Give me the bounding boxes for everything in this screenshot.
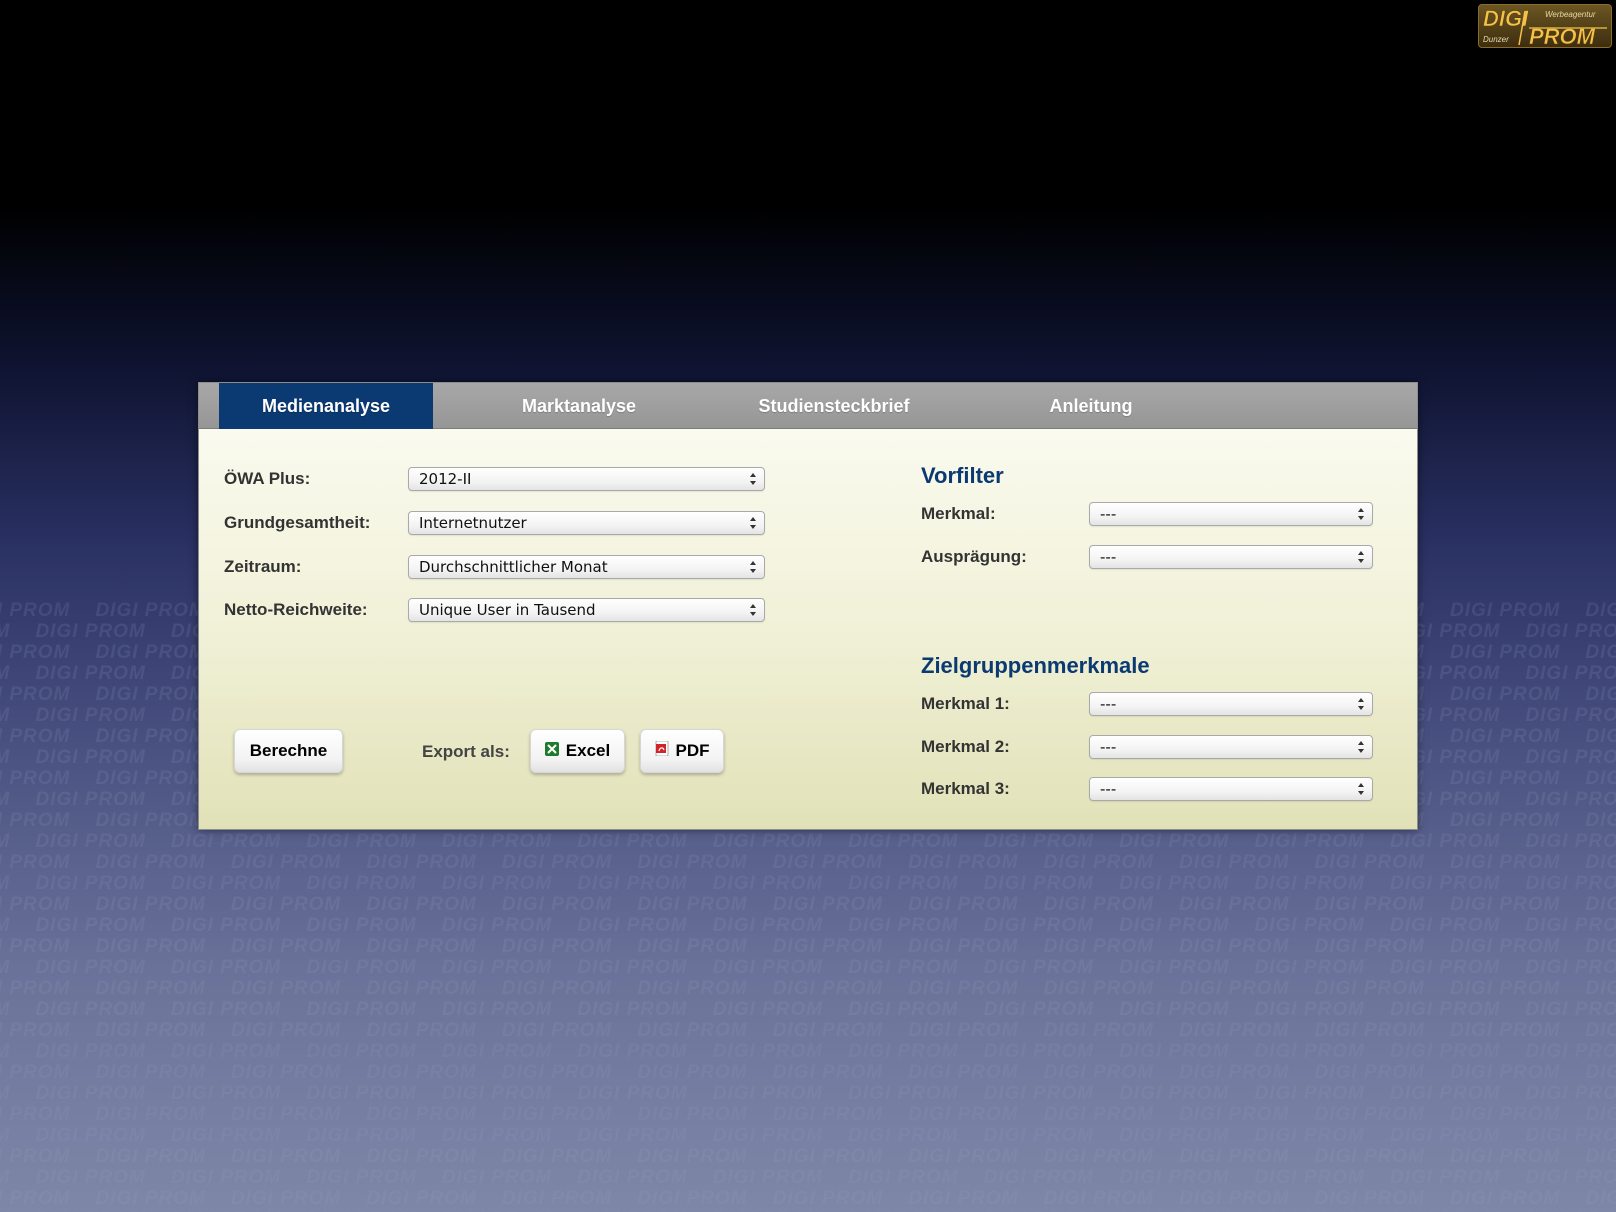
logo-side-text: Dunzer: [1483, 35, 1509, 44]
merkmal-2-value: ---: [1100, 738, 1117, 756]
watermark-row: DIGI PROM DIGI PROM DIGI PROM DIGI PROM …: [0, 1041, 1616, 1062]
select-arrows-icon: [1358, 698, 1364, 710]
select-arrows-icon: [1358, 783, 1364, 795]
logo-tagline: Werbeagentur: [1545, 10, 1596, 19]
analysis-panel: Medienanalyse Marktanalyse Studiensteckb…: [198, 382, 1418, 830]
watermark-row: DIGI PROM DIGI PROM DIGI PROM DIGI PROM …: [0, 1125, 1616, 1146]
netto-reichweite-label: Netto-Reichweite:: [224, 600, 368, 619]
auspraegung-select[interactable]: ---: [1089, 545, 1373, 569]
zeitraum-select[interactable]: Durchschnittlicher Monat: [408, 555, 765, 579]
select-arrows-icon: [750, 517, 756, 529]
watermark-row: DIGI PROM DIGI PROM DIGI PROM DIGI PROM …: [0, 831, 1616, 852]
tab-bar: Medienanalyse Marktanalyse Studiensteckb…: [199, 383, 1417, 429]
zeitraum-label: Zeitraum:: [224, 557, 302, 576]
export-label: Export als:: [422, 742, 510, 761]
owa-plus-label: ÖWA Plus:: [224, 469, 311, 488]
auspraegung-value: ---: [1100, 548, 1117, 566]
merkmal-1-label: Merkmal 1:: [921, 694, 1010, 713]
merkmal-select[interactable]: ---: [1089, 502, 1373, 526]
netto-reichweite-value: Unique User in Tausend: [419, 601, 596, 619]
grundgesamtheit-value: Internetnutzer: [419, 514, 527, 532]
watermark-row: DIGI PROM DIGI PROM DIGI PROM DIGI PROM …: [0, 852, 1616, 873]
merkmal-value: ---: [1100, 505, 1117, 523]
tab-medienanalyse[interactable]: Medienanalyse: [219, 383, 433, 429]
watermark-row: DIGI PROM DIGI PROM DIGI PROM DIGI PROM …: [0, 978, 1616, 999]
watermark-row: DIGI PROM DIGI PROM DIGI PROM DIGI PROM …: [0, 1167, 1616, 1188]
vorfilter-heading: Vorfilter: [921, 463, 1004, 488]
berechne-button[interactable]: Berechne: [234, 729, 343, 773]
tab-marktanalyse[interactable]: Marktanalyse: [479, 383, 679, 429]
watermark-row: DIGI PROM DIGI PROM DIGI PROM DIGI PROM …: [0, 1020, 1616, 1041]
grundgesamtheit-label: Grundgesamtheit:: [224, 513, 371, 532]
auspraegung-label: Ausprägung:: [921, 547, 1027, 566]
zeitraum-value: Durchschnittlicher Monat: [419, 558, 608, 576]
select-arrows-icon: [750, 561, 756, 573]
watermark-row: DIGI PROM DIGI PROM DIGI PROM DIGI PROM …: [0, 1083, 1616, 1104]
watermark-row: DIGI PROM DIGI PROM DIGI PROM DIGI PROM …: [0, 936, 1616, 957]
merkmal-3-select[interactable]: ---: [1089, 777, 1373, 801]
merkmal-1-value: ---: [1100, 695, 1117, 713]
watermark-row: DIGI PROM DIGI PROM DIGI PROM DIGI PROM …: [0, 957, 1616, 978]
owa-plus-select[interactable]: 2012-II: [408, 467, 765, 491]
netto-reichweite-select[interactable]: Unique User in Tausend: [408, 598, 765, 622]
merkmal-3-label: Merkmal 3:: [921, 779, 1010, 798]
select-arrows-icon: [1358, 508, 1364, 520]
merkmal-3-value: ---: [1100, 780, 1117, 798]
select-arrows-icon: [750, 473, 756, 485]
select-arrows-icon: [1358, 741, 1364, 753]
merkmal-2-label: Merkmal 2:: [921, 737, 1010, 756]
export-pdf-button[interactable]: PDF: [640, 729, 724, 773]
select-arrows-icon: [750, 604, 756, 616]
excel-icon: [544, 741, 559, 761]
berechne-label: Berechne: [249, 741, 328, 760]
merkmal-label: Merkmal:: [921, 504, 996, 523]
pdf-icon: [655, 740, 669, 761]
watermark-row: DIGI PROM DIGI PROM DIGI PROM DIGI PROM …: [0, 1062, 1616, 1083]
grundgesamtheit-select[interactable]: Internetnutzer: [408, 511, 765, 535]
watermark-row: DIGI PROM DIGI PROM DIGI PROM DIGI PROM …: [0, 915, 1616, 936]
merkmal-1-select[interactable]: ---: [1089, 692, 1373, 716]
select-arrows-icon: [1358, 551, 1364, 563]
zielgruppenmerkmale-heading: Zielgruppenmerkmale: [921, 653, 1150, 678]
tab-anleitung[interactable]: Anleitung: [1011, 383, 1171, 429]
export-excel-button[interactable]: Excel: [530, 729, 625, 773]
pdf-label: PDF: [675, 741, 710, 760]
merkmal-2-select[interactable]: ---: [1089, 735, 1373, 759]
watermark-row: DIGI PROM DIGI PROM DIGI PROM DIGI PROM …: [0, 1188, 1616, 1209]
watermark-row: DIGI PROM DIGI PROM DIGI PROM DIGI PROM …: [0, 1104, 1616, 1125]
watermark-row: DIGI PROM DIGI PROM DIGI PROM DIGI PROM …: [0, 894, 1616, 915]
owa-plus-value: 2012-II: [419, 470, 472, 488]
tab-studiensteckbrief[interactable]: Studiensteckbrief: [719, 383, 949, 429]
watermark-row: DIGI PROM DIGI PROM DIGI PROM DIGI PROM …: [0, 873, 1616, 894]
excel-label: Excel: [565, 741, 611, 760]
watermark-row: DIGI PROM DIGI PROM DIGI PROM DIGI PROM …: [0, 999, 1616, 1020]
digiprom-logo: DIGI PROM Werbeagentur Dunzer: [1478, 4, 1612, 48]
watermark-row: DIGI PROM DIGI PROM DIGI PROM DIGI PROM …: [0, 1146, 1616, 1167]
